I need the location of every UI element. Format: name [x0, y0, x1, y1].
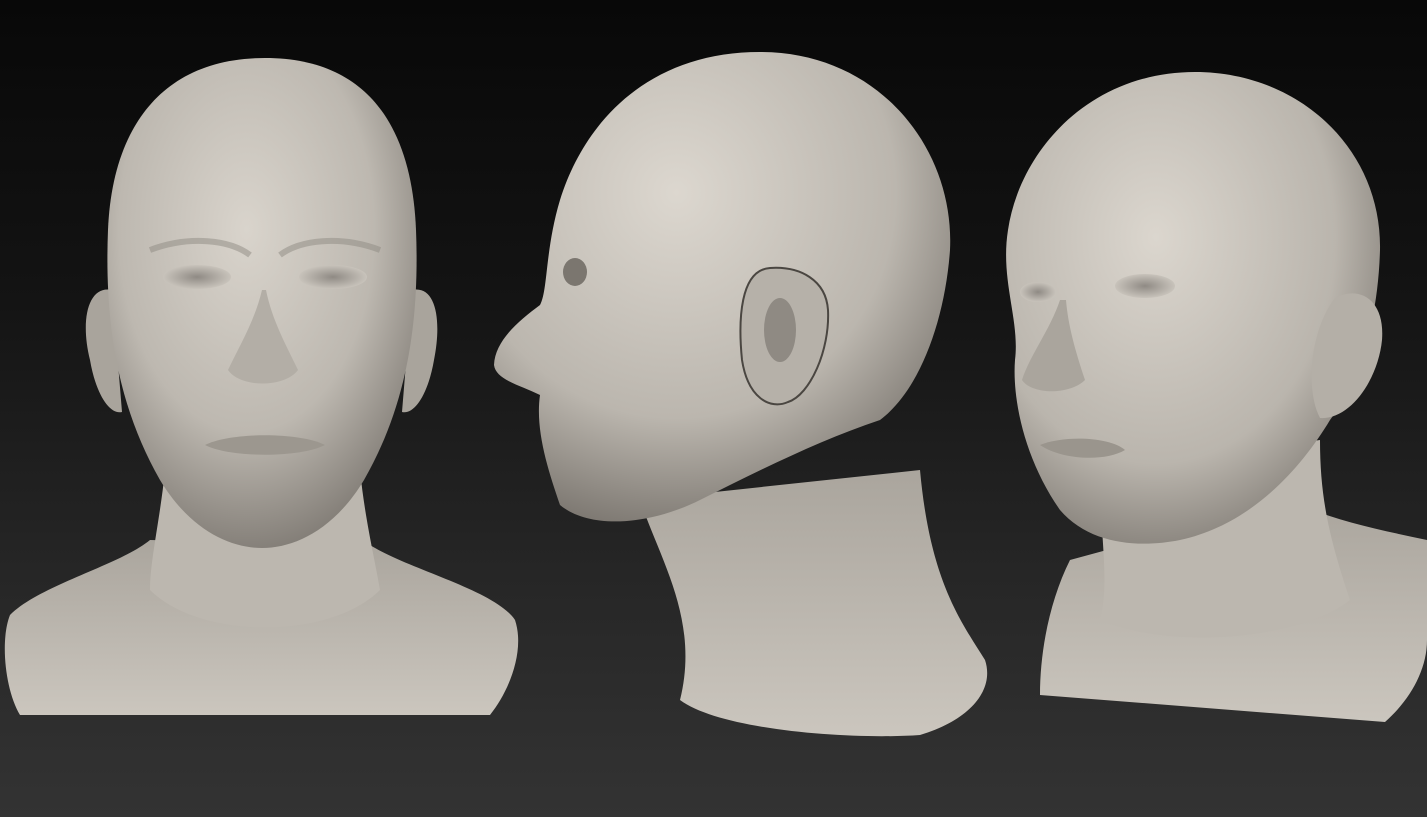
eye-right-three-quarter — [1115, 274, 1175, 298]
eye-left-three-quarter — [1020, 282, 1056, 302]
eye-side — [563, 258, 587, 286]
head-front-view[interactable] — [4, 58, 519, 715]
eye-left-front — [163, 265, 231, 289]
skull-side — [494, 52, 951, 522]
sculpt-viewport[interactable] — [0, 0, 1427, 817]
head-side-view[interactable] — [494, 52, 988, 737]
ear-inner-side — [764, 298, 796, 362]
sculpt-canvas[interactable] — [0, 0, 1427, 817]
head-three-quarter-view[interactable] — [1006, 72, 1427, 722]
eye-right-front — [299, 265, 367, 289]
neck-side — [640, 470, 988, 737]
